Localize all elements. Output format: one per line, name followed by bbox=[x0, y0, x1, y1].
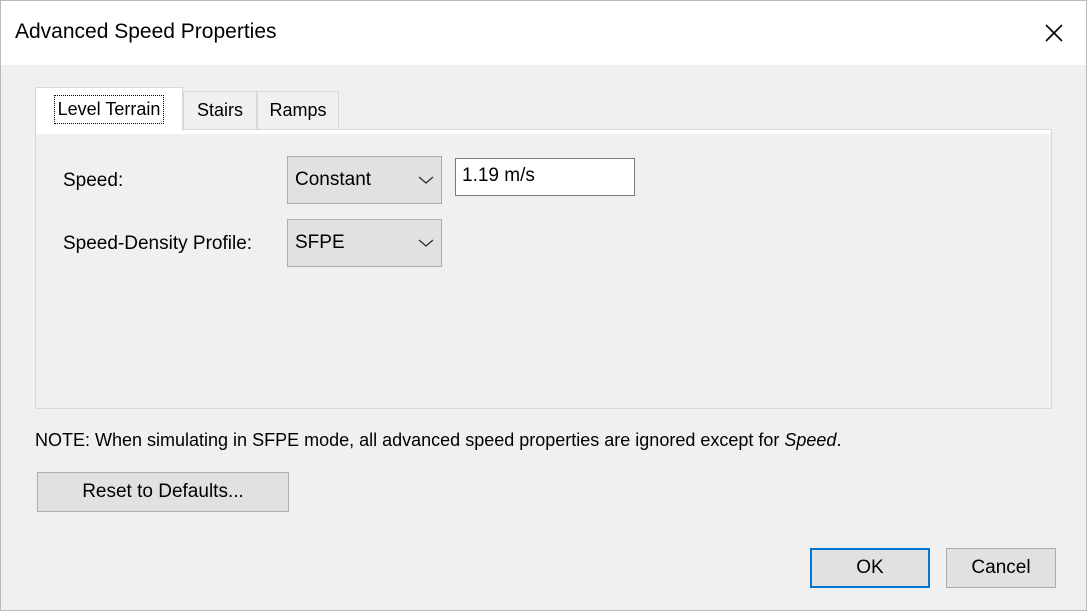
speed-density-profile-dropdown[interactable]: SFPE bbox=[287, 219, 442, 267]
tab-label: Level Terrain bbox=[53, 95, 165, 124]
close-icon bbox=[1045, 24, 1063, 42]
speed-mode-value: Constant bbox=[295, 169, 372, 190]
title-bar: Advanced Speed Properties bbox=[1, 1, 1086, 65]
tab-stairs[interactable]: Stairs bbox=[183, 91, 257, 129]
sfpe-note: NOTE: When simulating in SFPE mode, all … bbox=[35, 430, 841, 451]
note-emphasis: Speed bbox=[784, 430, 837, 450]
speed-value-input[interactable]: 1.19 m/s bbox=[455, 158, 635, 196]
profile-value: SFPE bbox=[295, 232, 345, 253]
chevron-down-icon bbox=[411, 157, 441, 203]
note-text: NOTE: When simulating in SFPE mode, all … bbox=[35, 430, 785, 450]
note-suffix: . bbox=[836, 430, 842, 450]
chevron-down-icon bbox=[411, 220, 441, 266]
cancel-button-label: Cancel bbox=[971, 557, 1031, 578]
advanced-speed-properties-dialog: Advanced Speed Properties Level Terrain … bbox=[0, 0, 1087, 611]
speed-label: Speed: bbox=[63, 170, 124, 191]
tab-label: Ramps bbox=[269, 100, 327, 120]
speed-mode-dropdown[interactable]: Constant bbox=[287, 156, 442, 204]
close-button[interactable] bbox=[1022, 1, 1086, 65]
tab-ramps[interactable]: Ramps bbox=[257, 91, 339, 129]
window-title: Advanced Speed Properties bbox=[15, 20, 277, 43]
reset-button-label: Reset to Defaults... bbox=[82, 481, 244, 502]
ok-button[interactable]: OK bbox=[810, 548, 930, 588]
tab-label: Stairs bbox=[196, 100, 243, 120]
speed-density-profile-label: Speed-Density Profile: bbox=[63, 233, 253, 254]
cancel-button[interactable]: Cancel bbox=[946, 548, 1056, 588]
ok-button-label: OK bbox=[856, 557, 884, 578]
reset-to-defaults-button[interactable]: Reset to Defaults... bbox=[37, 472, 289, 512]
tab-level-terrain[interactable]: Level Terrain bbox=[35, 87, 183, 131]
